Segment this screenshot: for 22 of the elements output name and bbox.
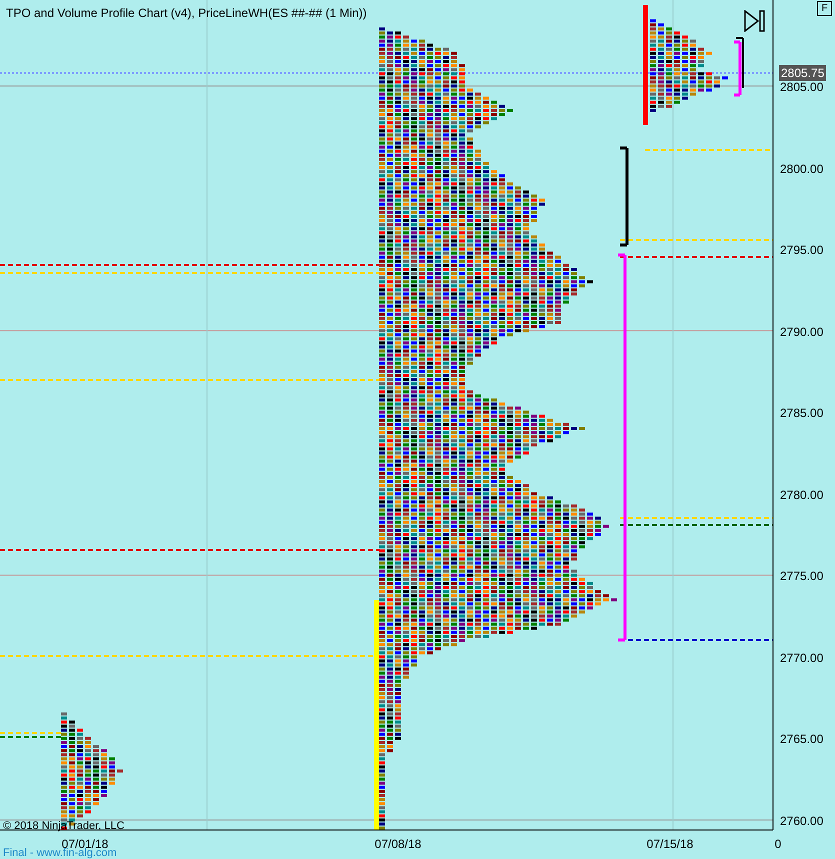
price-axis-label: 2765.00 (780, 731, 824, 748)
corner-button[interactable]: F (817, 1, 832, 16)
scroll-to-end-icon[interactable] (744, 10, 766, 32)
price-axis-label: 2770.00 (780, 650, 824, 667)
range-bar (732, 40, 742, 96)
date-axis-label: 07/15/18 (646, 836, 694, 853)
price-axis-label: 2805.00 (780, 79, 824, 96)
price-axis-label: 2795.00 (780, 242, 824, 260)
price-level-line (0, 736, 62, 738)
price-axis-label: 2800.00 (780, 160, 824, 178)
price-axis-label: 2760.00 (780, 812, 824, 830)
price-axis-label: 2785.00 (780, 405, 824, 422)
date-axis-label: 0 (774, 836, 782, 853)
range-bar (735, 37, 744, 89)
price-axis-label: 2780.00 (780, 486, 824, 504)
price-axis-label: 2790.00 (780, 324, 824, 341)
price-axis-label: 2775.00 (780, 568, 824, 586)
date-axis-label: 07/08/18 (374, 836, 422, 853)
price-level-line (0, 732, 62, 734)
chart-title: TPO and Volume Profile Chart (v4), PriceLineWH(ES ##-## (1 Min)) (6, 5, 367, 22)
copyright-text: © 2018 NinjaTrader, LLC (3, 819, 124, 834)
last-price-tag: 2805.75 (779, 65, 826, 81)
